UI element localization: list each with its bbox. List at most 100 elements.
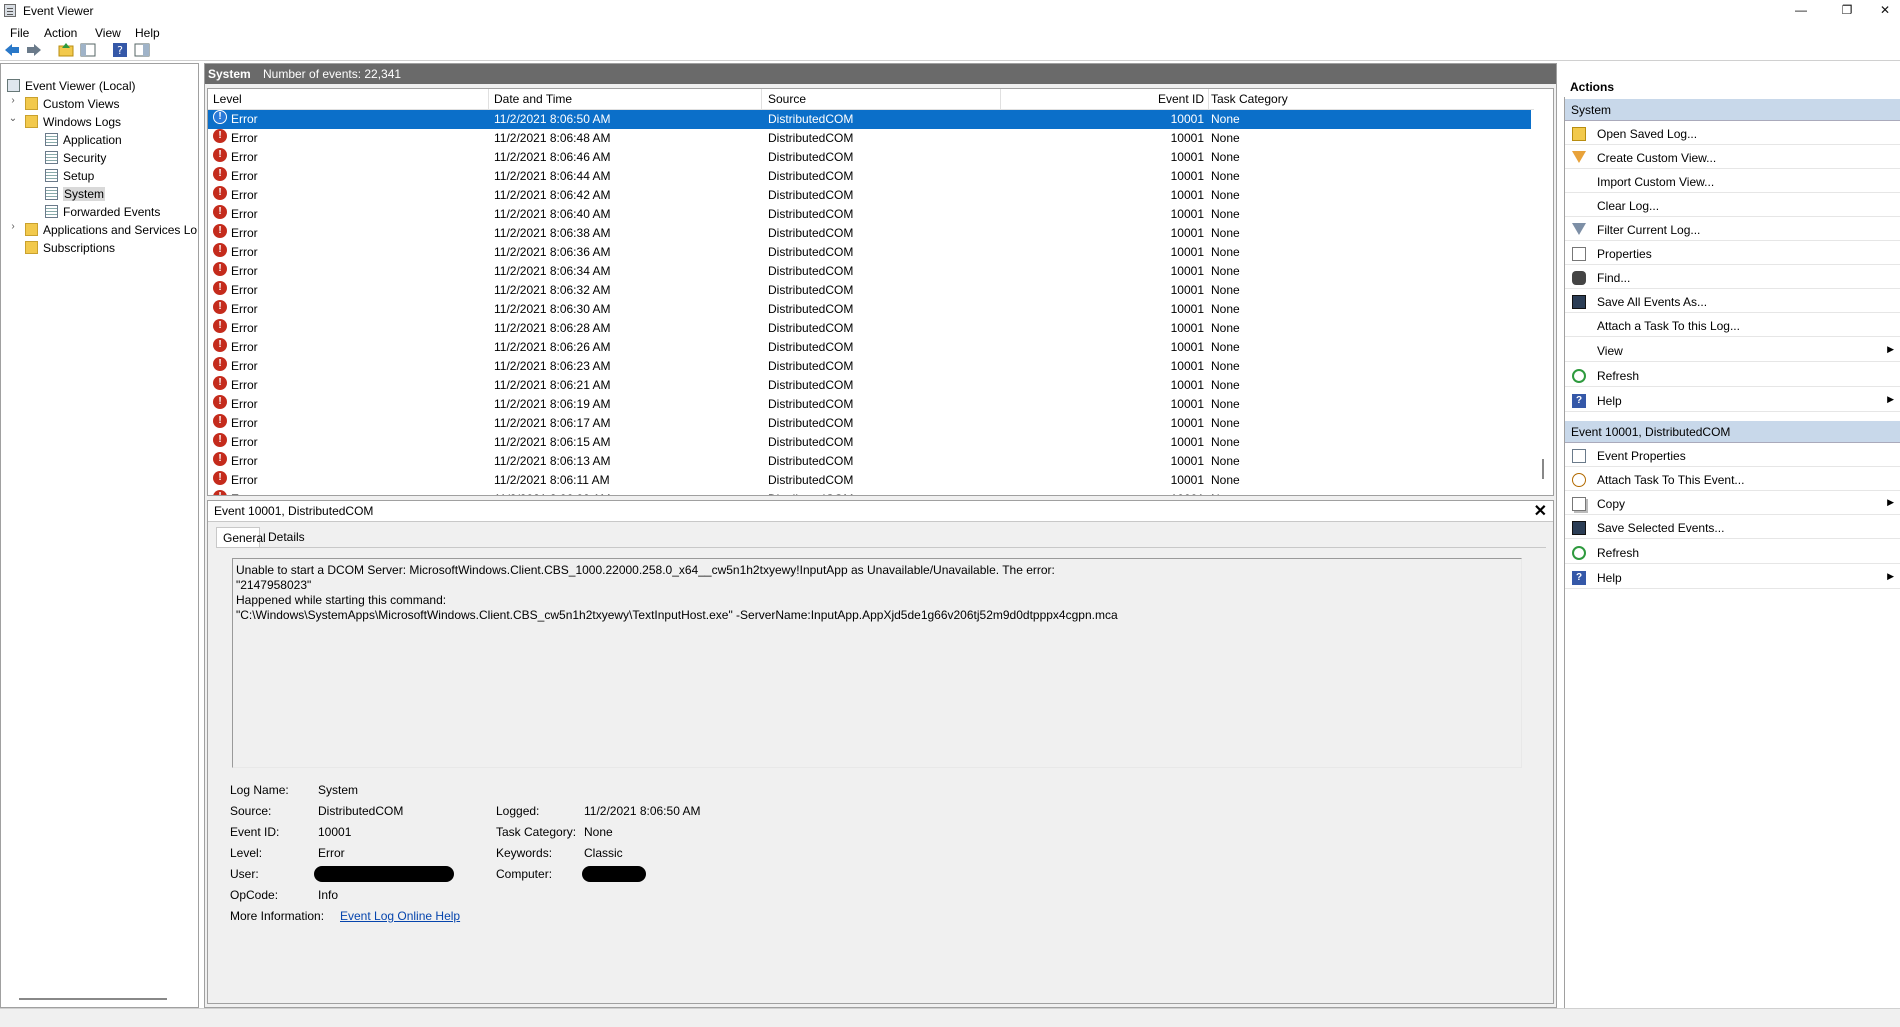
table-row[interactable]: ! Error 11/2/2021 8:06:09 AM DistributedCOM… [208,490,1531,495]
event-message[interactable]: Unable to start a DCOM Server: Microsoft… [232,558,1522,768]
action-save-all-events[interactable]: Save All Events As... [1565,291,1900,313]
table-row[interactable]: ! Error 11/2/2021 8:06:26 AM DistributedCOM… [208,338,1531,357]
help-icon[interactable]: ? [112,42,128,58]
date-time-cell: 11/2/2021 8:06:17 AM [494,416,611,430]
date-time-cell: 11/2/2021 8:06:48 AM [494,131,611,145]
table-row[interactable]: ! Error 11/2/2021 8:06:21 AM DistributedCOM… [208,376,1531,395]
table-row[interactable]: ! Error 11/2/2021 8:06:23 AM DistributedCOM… [208,357,1531,376]
grid-header: Level Date and Time Source Event ID Task… [208,89,1535,110]
table-row[interactable]: ! Error 11/2/2021 8:06:42 AM DistributedCOM… [208,186,1531,205]
date-time-cell: 11/2/2021 8:06:50 AM [494,112,611,126]
table-row[interactable]: ! Error 11/2/2021 8:06:32 AM DistributedCOM… [208,281,1531,300]
action-import-custom-view[interactable]: Import Custom View... [1565,171,1900,193]
column-header-source[interactable]: Source [768,92,806,106]
tree-item-forwarded-events[interactable]: Forwarded Events [45,204,160,220]
date-time-cell: 11/2/2021 8:06:34 AM [494,264,611,278]
tab-general[interactable]: General [216,527,266,547]
scroll-thumb[interactable] [1542,459,1544,479]
menu-help[interactable]: Help [135,26,160,40]
close-detail-icon[interactable]: ✕ [1534,501,1547,521]
action-copy[interactable]: Copy ▶ [1565,493,1900,515]
table-row[interactable]: ! Error 11/2/2021 8:06:19 AM DistributedCOM… [208,395,1531,414]
action-attach-task-to-log[interactable]: Attach a Task To this Log... [1565,315,1900,337]
table-row[interactable]: ! Error 11/2/2021 8:06:11 AM DistributedCOM… [208,471,1531,490]
menu-action[interactable]: Action [44,26,77,40]
binoculars-icon [1572,271,1586,285]
task-category-cell: None [1211,340,1240,354]
label-log-name: Log Name: [230,783,289,797]
action-view[interactable]: View ▶ [1565,340,1900,362]
tree-item-windows-logs[interactable]: Windows Logs [25,114,121,130]
action-refresh[interactable]: Refresh [1565,365,1900,387]
menu-file[interactable]: File [10,26,29,40]
tree-item-system[interactable]: System [45,186,106,202]
action-save-selected-events[interactable]: Save Selected Events... [1565,517,1900,539]
up-folder-icon[interactable] [58,42,74,58]
event-id-cell: 10001 [1170,131,1204,145]
restore-button[interactable]: ❐ [1824,0,1870,22]
table-row[interactable]: ! Error 11/2/2021 8:06:40 AM DistributedCOM… [208,205,1531,224]
action-find[interactable]: Find... [1565,267,1900,289]
table-row[interactable]: ! Error 11/2/2021 8:06:38 AM DistributedCOM… [208,224,1531,243]
actions-section-system[interactable]: System [1565,99,1900,121]
action-open-saved-log[interactable]: Open Saved Log... [1565,123,1900,145]
table-row[interactable]: ! Error 11/2/2021 8:06:48 AM DistributedCOM… [208,129,1531,148]
copy-icon [1572,497,1586,511]
tab-details[interactable]: Details [262,527,311,547]
table-row[interactable]: ! Error 11/2/2021 8:06:30 AM DistributedCOM… [208,300,1531,319]
tree-item-security[interactable]: Security [45,150,106,166]
tree-item-application[interactable]: Application [45,132,122,148]
error-icon: ! [213,395,227,409]
action-refresh-event[interactable]: Refresh [1565,542,1900,564]
table-row[interactable]: ! Error 11/2/2021 8:06:34 AM DistributedCOM… [208,262,1531,281]
column-header-task-category[interactable]: Task Category [1211,92,1288,106]
table-row[interactable]: ! Error 11/2/2021 8:06:13 AM DistributedCOM… [208,452,1531,471]
label-source: Source: [230,804,272,818]
table-row[interactable]: ! Error 11/2/2021 8:06:44 AM DistributedCOM… [208,167,1531,186]
actions-section-event[interactable]: Event 10001, DistributedCOM [1565,421,1900,443]
menu-view[interactable]: View [95,26,121,40]
event-log-online-help-link[interactable]: Event Log Online Help [340,909,460,923]
column-header-event-id[interactable]: Event ID [1154,92,1204,106]
tree-item-setup[interactable]: Setup [45,168,94,184]
tree-item-custom-views[interactable]: Custom Views [25,96,119,112]
show-hide-tree-icon[interactable] [80,42,96,58]
action-help-event[interactable]: ? Help ▶ [1565,567,1900,589]
action-clear-log[interactable]: Clear Log... [1565,195,1900,217]
forward-arrow-icon[interactable] [26,42,42,58]
general-tab-content: Unable to start a DCOM Server: Microsoft… [216,547,1546,1000]
column-header-level[interactable]: Level [213,92,242,106]
table-row[interactable]: ! Error 11/2/2021 8:06:28 AM DistributedCOM… [208,319,1531,338]
table-row[interactable]: ! Error 11/2/2021 8:06:15 AM DistributedCOM… [208,433,1531,452]
close-window-button[interactable]: ✕ [1870,0,1900,22]
table-row[interactable]: ! Error 11/2/2021 8:06:46 AM DistributedCOM… [208,148,1531,167]
refresh-icon [1572,546,1586,560]
table-row[interactable]: ! Error 11/2/2021 8:06:50 AM DistributedCOM… [208,110,1531,129]
minimize-button[interactable]: — [1778,0,1824,22]
horizontal-scrollbar[interactable] [19,998,167,1000]
event-id-cell: 10001 [1154,490,1204,495]
expand-custom-views-icon[interactable]: › [8,95,18,106]
tree-item-root[interactable]: Event Viewer (Local) [7,78,136,94]
action-attach-task-to-event[interactable]: Attach Task To This Event... [1565,469,1900,491]
column-header-date-time[interactable]: Date and Time [494,92,572,106]
level-cell: Error [231,283,258,297]
show-action-pane-icon[interactable] [134,42,150,58]
redacted-user [314,866,454,882]
tree-item-subscriptions[interactable]: Subscriptions [25,240,115,256]
error-icon: ! [213,186,227,200]
action-event-properties[interactable]: Event Properties [1565,445,1900,467]
tree-item-apps-services[interactable]: Applications and Services Lo [25,222,197,238]
vertical-scrollbar[interactable] [1534,109,1553,495]
action-properties[interactable]: Properties [1565,243,1900,265]
expand-apps-services-icon[interactable]: › [8,221,18,232]
help-icon: ? [1572,571,1586,585]
table-row[interactable]: ! Error 11/2/2021 8:06:36 AM DistributedCOM… [208,243,1531,262]
task-category-cell: None [1211,169,1240,183]
action-create-custom-view[interactable]: Create Custom View... [1565,147,1900,169]
back-arrow-icon[interactable] [4,42,20,58]
action-help[interactable]: ? Help ▶ [1565,390,1900,412]
action-filter-current-log[interactable]: Filter Current Log... [1565,219,1900,241]
table-row[interactable]: ! Error 11/2/2021 8:06:17 AM DistributedCOM… [208,414,1531,433]
collapse-windows-logs-icon[interactable]: ⌄ [8,113,18,124]
